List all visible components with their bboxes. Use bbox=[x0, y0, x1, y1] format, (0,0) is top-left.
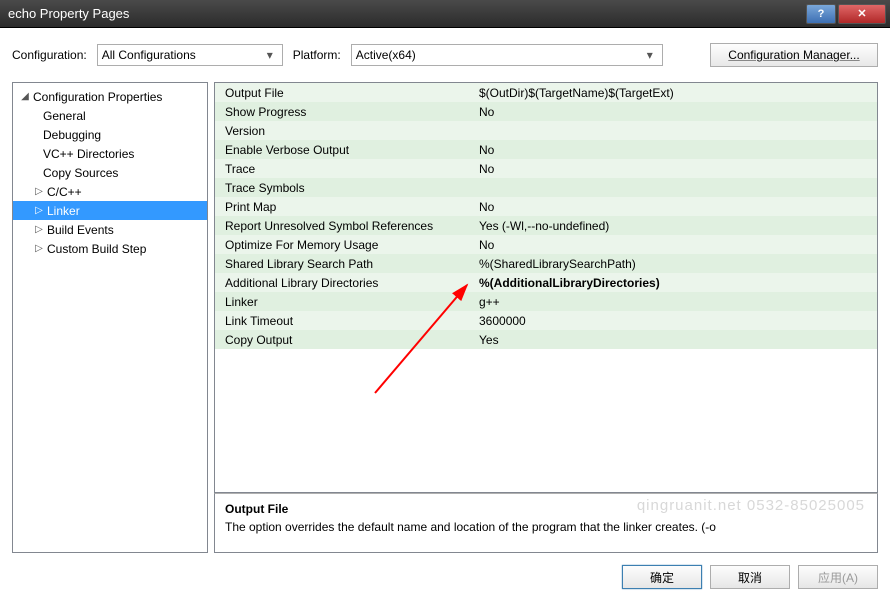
dialog-body: Configuration: All Configurations ▾ Plat… bbox=[0, 28, 890, 603]
triangle-right-icon: ▷ bbox=[33, 205, 45, 216]
property-name: Output File bbox=[215, 86, 475, 100]
tree-item-custom-build-step[interactable]: ▷Custom Build Step bbox=[13, 239, 207, 258]
property-name: Trace Symbols bbox=[215, 181, 475, 195]
tree-item-build-events[interactable]: ▷Build Events bbox=[13, 220, 207, 239]
property-value: Yes bbox=[475, 333, 877, 347]
property-name: Print Map bbox=[215, 200, 475, 214]
property-row[interactable]: Version bbox=[215, 121, 877, 140]
window-buttons: ? ✕ bbox=[806, 4, 886, 24]
configuration-combo[interactable]: All Configurations ▾ bbox=[97, 44, 283, 66]
chevron-down-icon: ▾ bbox=[642, 48, 658, 62]
property-name: Linker bbox=[215, 295, 475, 309]
property-row[interactable]: Copy OutputYes bbox=[215, 330, 877, 349]
chevron-down-icon: ▾ bbox=[262, 48, 278, 62]
tree-item-c-cpp[interactable]: ▷C/C++ bbox=[13, 182, 207, 201]
property-name: Additional Library Directories bbox=[215, 276, 475, 290]
property-row[interactable]: Output File$(OutDir)$(TargetName)$(Targe… bbox=[215, 83, 877, 102]
close-button[interactable]: ✕ bbox=[838, 4, 886, 24]
property-value: %(AdditionalLibraryDirectories) bbox=[475, 276, 877, 290]
triangle-right-icon: ▷ bbox=[33, 224, 45, 235]
property-row[interactable]: Enable Verbose OutputNo bbox=[215, 140, 877, 159]
tree-item-copy-sources[interactable]: Copy Sources bbox=[13, 163, 207, 182]
property-value: %(SharedLibrarySearchPath) bbox=[475, 257, 877, 271]
property-value: No bbox=[475, 238, 877, 252]
configuration-manager-label: Configuration Manager... bbox=[728, 48, 859, 62]
property-row[interactable]: Additional Library Directories%(Addition… bbox=[215, 273, 877, 292]
tree-item-vcpp-directories[interactable]: VC++ Directories bbox=[13, 144, 207, 163]
property-row[interactable]: Show ProgressNo bbox=[215, 102, 877, 121]
configuration-value: All Configurations bbox=[102, 48, 196, 62]
triangle-right-icon: ▷ bbox=[33, 243, 45, 254]
description-body: The option overrides the default name an… bbox=[225, 520, 867, 534]
tree-item-general[interactable]: General bbox=[13, 106, 207, 125]
property-name: Enable Verbose Output bbox=[215, 143, 475, 157]
right-pane: Output File$(OutDir)$(TargetName)$(Targe… bbox=[214, 82, 878, 553]
tree-root[interactable]: ◢ Configuration Properties bbox=[13, 87, 207, 106]
property-name: Optimize For Memory Usage bbox=[215, 238, 475, 252]
nav-tree: ◢ Configuration Properties General Debug… bbox=[12, 82, 208, 553]
property-value: No bbox=[475, 143, 877, 157]
configuration-manager-button[interactable]: Configuration Manager... bbox=[710, 43, 878, 67]
help-button[interactable]: ? bbox=[806, 4, 836, 24]
property-name: Version bbox=[215, 124, 475, 138]
config-bar: Configuration: All Configurations ▾ Plat… bbox=[12, 38, 878, 72]
property-name: Link Timeout bbox=[215, 314, 475, 328]
property-value: Yes (-Wl,--no-undefined) bbox=[475, 219, 877, 233]
property-value: g++ bbox=[475, 295, 877, 309]
property-name: Show Progress bbox=[215, 105, 475, 119]
property-value: $(OutDir)$(TargetName)$(TargetExt) bbox=[475, 86, 877, 100]
configuration-label: Configuration: bbox=[12, 48, 87, 62]
property-grid: Output File$(OutDir)$(TargetName)$(Targe… bbox=[214, 82, 878, 493]
property-row[interactable]: Link Timeout3600000 bbox=[215, 311, 877, 330]
tree-root-label: Configuration Properties bbox=[33, 90, 162, 104]
property-row[interactable]: Optimize For Memory UsageNo bbox=[215, 235, 877, 254]
dialog-buttons: 确定 取消 应用(A) bbox=[12, 553, 878, 591]
property-row[interactable]: Shared Library Search Path%(SharedLibrar… bbox=[215, 254, 877, 273]
description-heading: Output File bbox=[225, 502, 867, 516]
property-value: No bbox=[475, 162, 877, 176]
tree-item-debugging[interactable]: Debugging bbox=[13, 125, 207, 144]
property-value: 3600000 bbox=[475, 314, 877, 328]
property-row[interactable]: Report Unresolved Symbol ReferencesYes (… bbox=[215, 216, 877, 235]
tree-item-linker[interactable]: ▷Linker bbox=[13, 201, 207, 220]
property-row[interactable]: Trace Symbols bbox=[215, 178, 877, 197]
platform-combo[interactable]: Active(x64) ▾ bbox=[351, 44, 663, 66]
apply-button[interactable]: 应用(A) bbox=[798, 565, 878, 589]
property-value: No bbox=[475, 105, 877, 119]
property-name: Copy Output bbox=[215, 333, 475, 347]
property-name: Report Unresolved Symbol References bbox=[215, 219, 475, 233]
property-row[interactable]: TraceNo bbox=[215, 159, 877, 178]
property-row[interactable]: Print MapNo bbox=[215, 197, 877, 216]
description-panel: Output File The option overrides the def… bbox=[214, 493, 878, 553]
main-split: ◢ Configuration Properties General Debug… bbox=[12, 82, 878, 553]
platform-label: Platform: bbox=[293, 48, 341, 62]
property-name: Trace bbox=[215, 162, 475, 176]
window-title: echo Property Pages bbox=[8, 6, 806, 21]
ok-button[interactable]: 确定 bbox=[622, 565, 702, 589]
platform-value: Active(x64) bbox=[356, 48, 416, 62]
triangle-down-icon: ◢ bbox=[19, 91, 31, 102]
property-name: Shared Library Search Path bbox=[215, 257, 475, 271]
cancel-button[interactable]: 取消 bbox=[710, 565, 790, 589]
property-row[interactable]: Linkerg++ bbox=[215, 292, 877, 311]
title-bar: echo Property Pages ? ✕ bbox=[0, 0, 890, 28]
property-value: No bbox=[475, 200, 877, 214]
triangle-right-icon: ▷ bbox=[33, 186, 45, 197]
